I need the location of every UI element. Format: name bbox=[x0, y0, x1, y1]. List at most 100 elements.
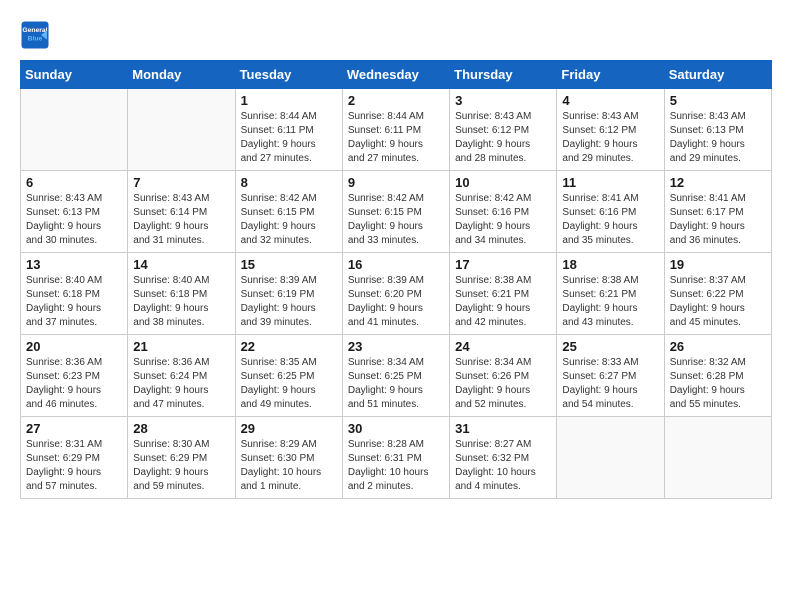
day-info: Sunrise: 8:40 AM Sunset: 6:18 PM Dayligh… bbox=[133, 274, 229, 330]
day-number: 20 bbox=[26, 339, 122, 354]
day-info: Sunrise: 8:43 AM Sunset: 6:12 PM Dayligh… bbox=[455, 110, 551, 166]
day-number: 7 bbox=[133, 175, 229, 190]
day-info: Sunrise: 8:34 AM Sunset: 6:26 PM Dayligh… bbox=[455, 356, 551, 412]
day-info: Sunrise: 8:43 AM Sunset: 6:13 PM Dayligh… bbox=[670, 110, 766, 166]
day-info: Sunrise: 8:43 AM Sunset: 6:14 PM Dayligh… bbox=[133, 192, 229, 248]
page-header: General Blue bbox=[20, 20, 772, 50]
day-info: Sunrise: 8:31 AM Sunset: 6:29 PM Dayligh… bbox=[26, 438, 122, 494]
calendar-cell: 21 Sunrise: 8:36 AM Sunset: 6:24 PM Dayli… bbox=[128, 335, 235, 417]
day-number: 26 bbox=[670, 339, 766, 354]
calendar-cell: 17 Sunrise: 8:38 AM Sunset: 6:21 PM Dayli… bbox=[450, 253, 557, 335]
day-info: Sunrise: 8:40 AM Sunset: 6:18 PM Dayligh… bbox=[26, 274, 122, 330]
day-number: 11 bbox=[562, 175, 658, 190]
day-info: Sunrise: 8:36 AM Sunset: 6:23 PM Dayligh… bbox=[26, 356, 122, 412]
day-info: Sunrise: 8:44 AM Sunset: 6:11 PM Dayligh… bbox=[348, 110, 444, 166]
day-number: 25 bbox=[562, 339, 658, 354]
calendar-cell: 2 Sunrise: 8:44 AM Sunset: 6:11 PM Daylig… bbox=[342, 89, 449, 171]
calendar-cell: 10 Sunrise: 8:42 AM Sunset: 6:16 PM Dayli… bbox=[450, 171, 557, 253]
day-number: 19 bbox=[670, 257, 766, 272]
day-info: Sunrise: 8:42 AM Sunset: 6:16 PM Dayligh… bbox=[455, 192, 551, 248]
calendar-header-row: SundayMondayTuesdayWednesdayThursdayFrid… bbox=[21, 61, 772, 89]
calendar-cell bbox=[664, 417, 771, 499]
day-number: 23 bbox=[348, 339, 444, 354]
day-number: 1 bbox=[241, 93, 337, 108]
day-number: 21 bbox=[133, 339, 229, 354]
calendar-cell: 27 Sunrise: 8:31 AM Sunset: 6:29 PM Dayli… bbox=[21, 417, 128, 499]
day-info: Sunrise: 8:35 AM Sunset: 6:25 PM Dayligh… bbox=[241, 356, 337, 412]
calendar-week-row: 20 Sunrise: 8:36 AM Sunset: 6:23 PM Dayli… bbox=[21, 335, 772, 417]
day-info: Sunrise: 8:32 AM Sunset: 6:28 PM Dayligh… bbox=[670, 356, 766, 412]
calendar-cell: 19 Sunrise: 8:37 AM Sunset: 6:22 PM Dayli… bbox=[664, 253, 771, 335]
day-number: 2 bbox=[348, 93, 444, 108]
header-sunday: Sunday bbox=[21, 61, 128, 89]
day-info: Sunrise: 8:42 AM Sunset: 6:15 PM Dayligh… bbox=[348, 192, 444, 248]
calendar-cell: 31 Sunrise: 8:27 AM Sunset: 6:32 PM Dayli… bbox=[450, 417, 557, 499]
calendar-cell: 13Sunrise: 8:40 AM Sunset: 6:18 PM Dayli… bbox=[21, 253, 128, 335]
calendar-cell: 9Sunrise: 8:42 AM Sunset: 6:15 PM Daylig… bbox=[342, 171, 449, 253]
calendar-week-row: 6 Sunrise: 8:43 AM Sunset: 6:13 PM Daylig… bbox=[21, 171, 772, 253]
day-number: 27 bbox=[26, 421, 122, 436]
calendar-cell: 24 Sunrise: 8:34 AM Sunset: 6:26 PM Dayli… bbox=[450, 335, 557, 417]
day-number: 31 bbox=[455, 421, 551, 436]
day-info: Sunrise: 8:43 AM Sunset: 6:13 PM Dayligh… bbox=[26, 192, 122, 248]
logo: General Blue bbox=[20, 20, 54, 50]
header-wednesday: Wednesday bbox=[342, 61, 449, 89]
calendar-cell: 7 Sunrise: 8:43 AM Sunset: 6:14 PM Daylig… bbox=[128, 171, 235, 253]
day-number: 16 bbox=[348, 257, 444, 272]
calendar-cell: 3 Sunrise: 8:43 AM Sunset: 6:12 PM Daylig… bbox=[450, 89, 557, 171]
day-number: 18 bbox=[562, 257, 658, 272]
calendar-cell: 8Sunrise: 8:42 AM Sunset: 6:15 PM Daylig… bbox=[235, 171, 342, 253]
calendar-week-row: 13Sunrise: 8:40 AM Sunset: 6:18 PM Dayli… bbox=[21, 253, 772, 335]
calendar-cell: 16 Sunrise: 8:39 AM Sunset: 6:20 PM Dayli… bbox=[342, 253, 449, 335]
day-number: 14 bbox=[133, 257, 229, 272]
header-saturday: Saturday bbox=[664, 61, 771, 89]
calendar-cell: 15Sunrise: 8:39 AM Sunset: 6:19 PM Dayli… bbox=[235, 253, 342, 335]
logo-icon: General Blue bbox=[20, 20, 50, 50]
day-info: Sunrise: 8:27 AM Sunset: 6:32 PM Dayligh… bbox=[455, 438, 551, 494]
day-info: Sunrise: 8:44 AM Sunset: 6:11 PM Dayligh… bbox=[241, 110, 337, 166]
day-info: Sunrise: 8:34 AM Sunset: 6:25 PM Dayligh… bbox=[348, 356, 444, 412]
calendar-cell bbox=[21, 89, 128, 171]
day-number: 10 bbox=[455, 175, 551, 190]
calendar-cell: 30 Sunrise: 8:28 AM Sunset: 6:31 PM Dayli… bbox=[342, 417, 449, 499]
header-friday: Friday bbox=[557, 61, 664, 89]
svg-text:Blue: Blue bbox=[28, 35, 43, 42]
day-number: 5 bbox=[670, 93, 766, 108]
day-number: 12 bbox=[670, 175, 766, 190]
day-number: 6 bbox=[26, 175, 122, 190]
day-number: 4 bbox=[562, 93, 658, 108]
header-tuesday: Tuesday bbox=[235, 61, 342, 89]
calendar-cell: 20 Sunrise: 8:36 AM Sunset: 6:23 PM Dayli… bbox=[21, 335, 128, 417]
calendar-table: SundayMondayTuesdayWednesdayThursdayFrid… bbox=[20, 60, 772, 499]
day-number: 24 bbox=[455, 339, 551, 354]
day-number: 30 bbox=[348, 421, 444, 436]
day-number: 17 bbox=[455, 257, 551, 272]
day-number: 3 bbox=[455, 93, 551, 108]
day-info: Sunrise: 8:33 AM Sunset: 6:27 PM Dayligh… bbox=[562, 356, 658, 412]
day-info: Sunrise: 8:39 AM Sunset: 6:20 PM Dayligh… bbox=[348, 274, 444, 330]
day-number: 15 bbox=[241, 257, 337, 272]
header-monday: Monday bbox=[128, 61, 235, 89]
calendar-cell: 29Sunrise: 8:29 AM Sunset: 6:30 PM Dayli… bbox=[235, 417, 342, 499]
calendar-cell: 5 Sunrise: 8:43 AM Sunset: 6:13 PM Daylig… bbox=[664, 89, 771, 171]
calendar-week-row: 1 Sunrise: 8:44 AM Sunset: 6:11 PM Daylig… bbox=[21, 89, 772, 171]
day-info: Sunrise: 8:38 AM Sunset: 6:21 PM Dayligh… bbox=[562, 274, 658, 330]
day-info: Sunrise: 8:41 AM Sunset: 6:16 PM Dayligh… bbox=[562, 192, 658, 248]
calendar-cell: 14 Sunrise: 8:40 AM Sunset: 6:18 PM Dayli… bbox=[128, 253, 235, 335]
header-thursday: Thursday bbox=[450, 61, 557, 89]
day-info: Sunrise: 8:37 AM Sunset: 6:22 PM Dayligh… bbox=[670, 274, 766, 330]
day-info: Sunrise: 8:30 AM Sunset: 6:29 PM Dayligh… bbox=[133, 438, 229, 494]
day-info: Sunrise: 8:36 AM Sunset: 6:24 PM Dayligh… bbox=[133, 356, 229, 412]
day-info: Sunrise: 8:38 AM Sunset: 6:21 PM Dayligh… bbox=[455, 274, 551, 330]
calendar-cell bbox=[557, 417, 664, 499]
calendar-cell: 11 Sunrise: 8:41 AM Sunset: 6:16 PM Dayli… bbox=[557, 171, 664, 253]
day-number: 29 bbox=[241, 421, 337, 436]
day-info: Sunrise: 8:28 AM Sunset: 6:31 PM Dayligh… bbox=[348, 438, 444, 494]
day-number: 28 bbox=[133, 421, 229, 436]
calendar-cell: 18 Sunrise: 8:38 AM Sunset: 6:21 PM Dayli… bbox=[557, 253, 664, 335]
calendar-week-row: 27 Sunrise: 8:31 AM Sunset: 6:29 PM Dayli… bbox=[21, 417, 772, 499]
calendar-cell: 23 Sunrise: 8:34 AM Sunset: 6:25 PM Dayli… bbox=[342, 335, 449, 417]
calendar-cell bbox=[128, 89, 235, 171]
day-info: Sunrise: 8:41 AM Sunset: 6:17 PM Dayligh… bbox=[670, 192, 766, 248]
calendar-cell: 4Sunrise: 8:43 AM Sunset: 6:12 PM Daylig… bbox=[557, 89, 664, 171]
